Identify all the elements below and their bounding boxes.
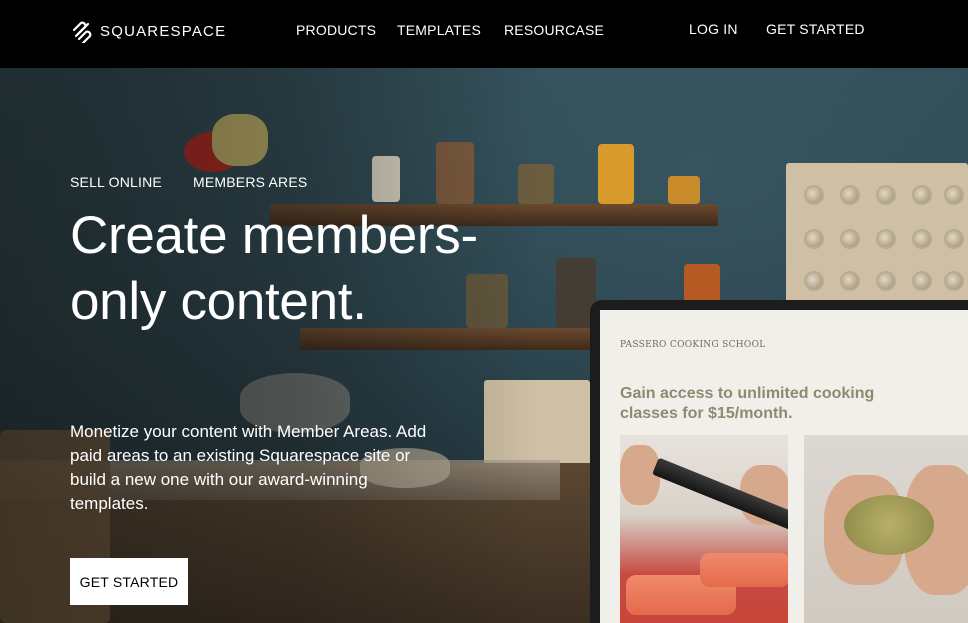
- squarespace-logo-icon: [72, 21, 92, 43]
- hero-shade: [0, 68, 540, 623]
- nav-resources-link[interactable]: RESOURCASE: [504, 22, 604, 38]
- tab-sell-online[interactable]: SELL ONLINE: [70, 174, 162, 190]
- hands-holding-pasta-image: [804, 435, 968, 623]
- jar-decor: [668, 176, 700, 204]
- nav-templates-link[interactable]: TEMPLATES: [397, 22, 481, 38]
- jar-decor: [598, 144, 634, 204]
- laptop-mockup: PASSERO COOKING SCHOOL Gain access to un…: [590, 300, 968, 623]
- mock-site-name: PASSERO COOKING SCHOOL: [620, 340, 766, 350]
- nav-get-started-link[interactable]: GET STARTED: [766, 21, 865, 37]
- spice-rack: [786, 163, 968, 313]
- top-navigation: SQUARESPACE PRODUCTS TEMPLATES RESOURCAS…: [0, 0, 968, 68]
- hero-get-started-button[interactable]: GET STARTED: [70, 558, 188, 605]
- login-link[interactable]: LOG IN: [689, 21, 738, 37]
- tab-members-areas[interactable]: MEMBERS ARES: [193, 174, 307, 190]
- hero-body: Monetize your content with Member Areas.…: [70, 422, 427, 513]
- hero-section: SELL ONLINE MEMBERS ARES Create members-…: [0, 68, 968, 623]
- logo[interactable]: SQUARESPACE: [70, 19, 226, 43]
- logo-wordmark: SQUARESPACE: [100, 22, 227, 40]
- nav-products-link[interactable]: PRODUCTS: [296, 22, 376, 38]
- mock-site-headline: Gain access to unlimited cooking classes…: [620, 385, 875, 422]
- chef-cutting-salmon-image: [620, 435, 788, 623]
- laptop-screen: PASSERO COOKING SCHOOL Gain access to un…: [600, 310, 968, 623]
- jar-decor: [684, 264, 720, 304]
- hero-headline: Create members-only content.: [70, 206, 478, 331]
